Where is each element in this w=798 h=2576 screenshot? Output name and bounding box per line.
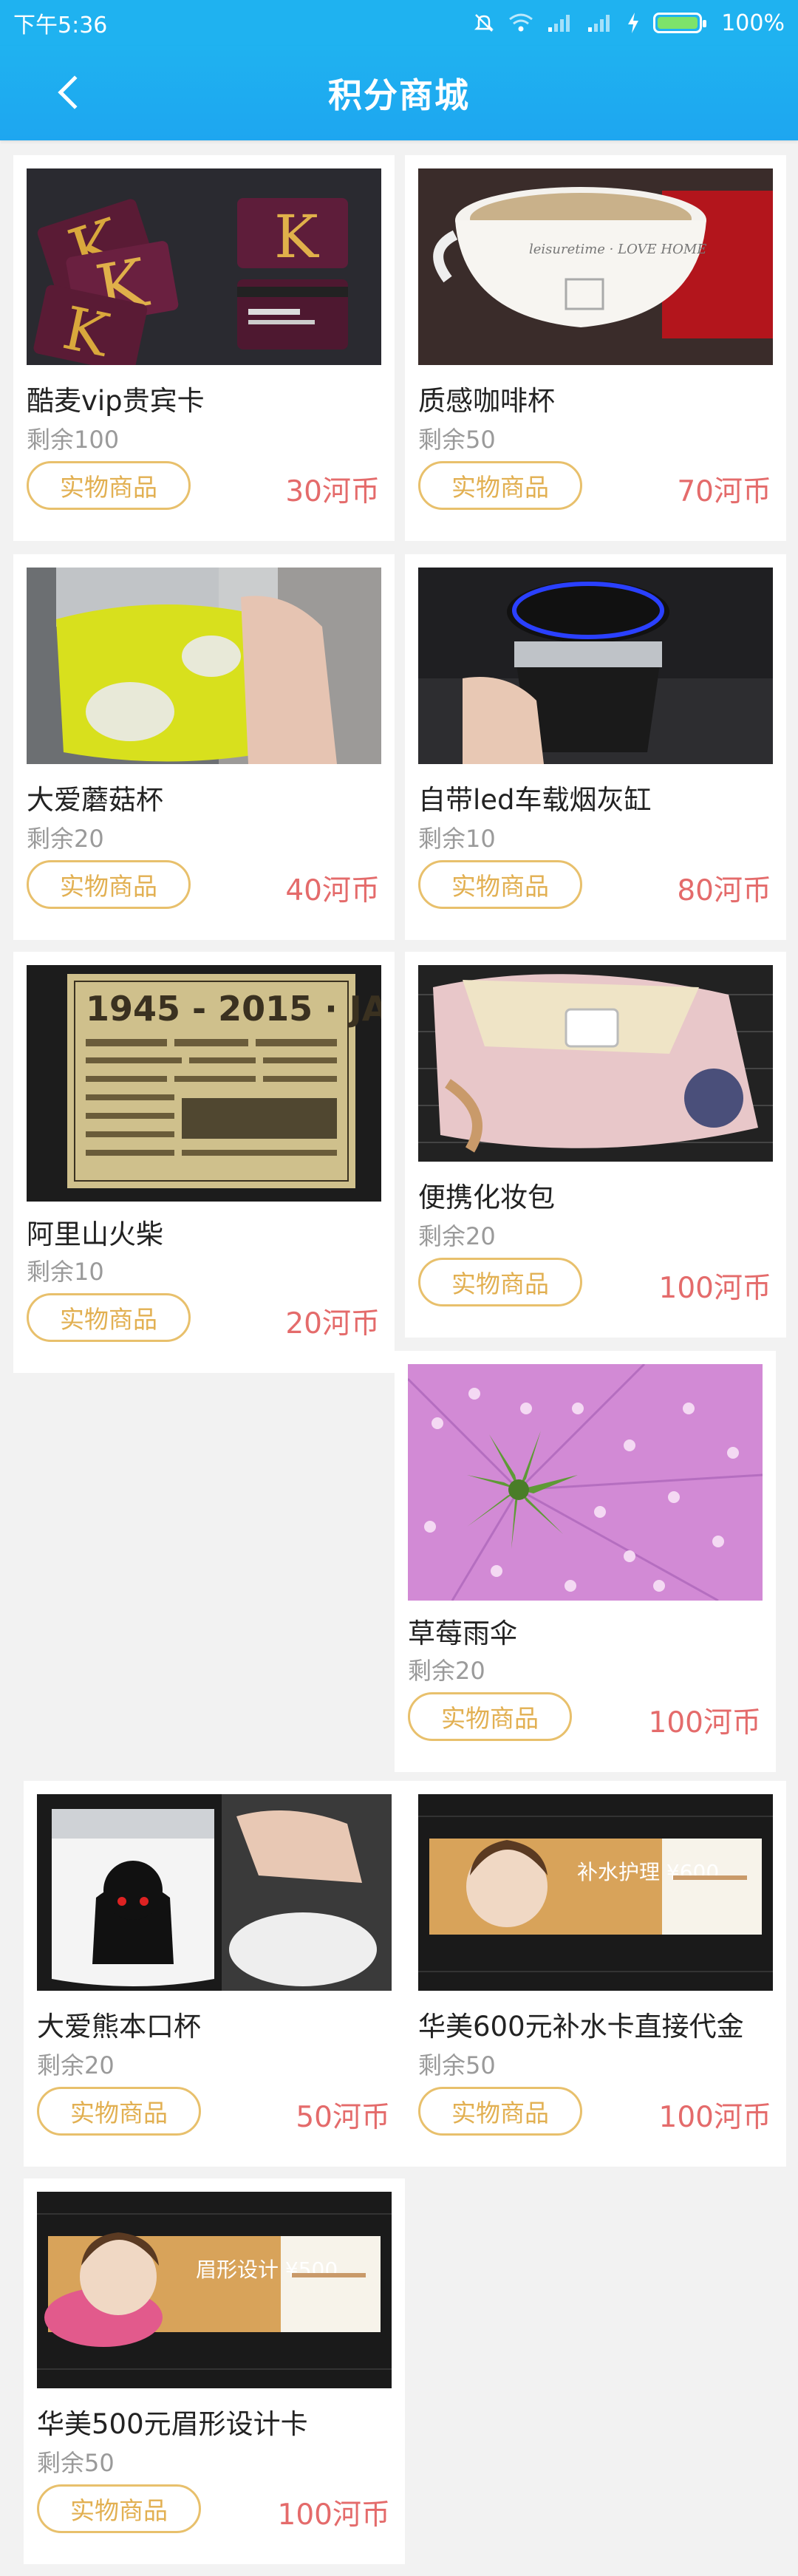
product-stock: 剩余20 (37, 2051, 115, 2079)
product-stock: 剩余50 (37, 2449, 115, 2477)
mute-icon (474, 14, 494, 32)
product-price: 50河币 (296, 2101, 390, 2134)
product-stock: 剩余10 (27, 1258, 104, 1286)
status-icons: 100% (473, 10, 785, 36)
product-price: 20河币 (285, 1307, 380, 1340)
product-name: 华美600元补水卡直接代金 (418, 2011, 744, 2042)
product-image: 补水护理 ¥600 (418, 1794, 773, 1991)
product-type-tag: 实物商品 (27, 461, 191, 510)
signal-icon-2 (588, 15, 610, 32)
product-stock: 剩余20 (408, 1657, 485, 1685)
product-type-tag: 实物商品 (27, 860, 191, 909)
product-card[interactable]: 自带led车载烟灰缸 剩余10 实物商品 80河币 (405, 554, 786, 940)
product-image (27, 568, 381, 764)
product-type-tag: 实物商品 (37, 2484, 201, 2533)
product-image: leisuretime · LOVE HOME (418, 168, 773, 365)
status-bar: 下午5:36 100% (0, 0, 798, 46)
product-card[interactable]: 草莓雨伞 剩余20 实物商品 100河币 (395, 1351, 776, 1772)
product-type-tag: 实物商品 (418, 860, 582, 909)
product-price: 40河币 (285, 874, 380, 907)
charging-icon (628, 13, 639, 33)
product-image (418, 568, 773, 764)
battery-icon (653, 13, 707, 33)
matches-poster-print: 1945 - 2015 · JAPS SUE FOR PEACE (86, 989, 381, 1029)
product-price: 70河币 (677, 475, 771, 508)
product-name: 自带led车载烟灰缸 (418, 784, 652, 816)
product-card[interactable]: 大爱蘑菇杯 剩余20 实物商品 40河币 (13, 554, 395, 940)
product-price: 100河币 (658, 1272, 771, 1305)
signal-icon (548, 15, 570, 32)
product-type-tag: 实物商品 (27, 1293, 191, 1342)
back-button[interactable] (44, 67, 96, 118)
product-price: 100河币 (658, 2101, 771, 2134)
product-name: 阿里山火柴 (27, 1219, 163, 1250)
product-image (37, 1794, 392, 1991)
product-card[interactable]: 补水护理 ¥600 华美600元补水卡直接代金 剩余50 实物商品 100河币 (405, 1781, 786, 2167)
product-card[interactable]: 便携化妆包 剩余20 实物商品 100河币 (405, 952, 786, 1338)
product-card[interactable]: K K K K 酷麦vip贵宾卡 剩余100 实物商品 30河币 (13, 155, 395, 541)
product-price: 80河币 (677, 874, 771, 907)
status-time: 下午5:36 (13, 13, 108, 38)
voucher-600-print: 补水护理 ¥600 (577, 1860, 719, 1884)
product-name: 华美500元眉形设计卡 (37, 2408, 308, 2440)
product-type-tag: 实物商品 (418, 2087, 582, 2136)
product-stock: 剩余20 (27, 825, 104, 853)
svg-text:K: K (274, 202, 319, 271)
product-price: 100河币 (277, 2498, 390, 2532)
cup-print: leisuretime · LOVE HOME (529, 242, 706, 257)
battery-percent: 100% (721, 10, 785, 36)
product-type-tag: 实物商品 (408, 1692, 572, 1741)
product-image: 眉形设计 ¥500 (37, 2192, 392, 2388)
product-stock: 剩余50 (418, 2051, 496, 2079)
product-image: 1945 - 2015 · JAPS SUE FOR PEACE (27, 965, 381, 1202)
product-image (418, 965, 773, 1162)
product-type-tag: 实物商品 (418, 1258, 582, 1306)
product-image: K K K K (27, 168, 381, 365)
nav-bar: 积分商城 (0, 46, 798, 140)
product-stock: 剩余20 (418, 1222, 496, 1250)
product-card[interactable]: 大爱熊本口杯 剩余20 实物商品 50河币 (24, 1781, 405, 2167)
product-price: 30河币 (285, 475, 380, 508)
voucher-500-print: 眉形设计 ¥500 (196, 2258, 338, 2282)
product-card[interactable]: 1945 - 2015 · JAPS SUE FOR PEACE 阿里山火柴 剩… (13, 952, 395, 1373)
product-price: 100河币 (648, 1706, 761, 1740)
product-name: 草莓雨伞 (408, 1618, 517, 1649)
page-title: 积分商城 (328, 75, 470, 115)
product-stock: 剩余100 (27, 426, 120, 454)
product-card[interactable]: leisuretime · LOVE HOME 质感咖啡杯 剩余50 实物商品 … (405, 155, 786, 541)
product-name: 酷麦vip贵宾卡 (27, 385, 205, 417)
wifi-icon (509, 13, 533, 32)
product-name: 大爱蘑菇杯 (27, 784, 163, 816)
product-stock: 剩余50 (418, 426, 496, 454)
product-name: 大爱熊本口杯 (37, 2011, 201, 2042)
product-stock: 剩余10 (418, 825, 496, 853)
product-name: 便携化妆包 (418, 1182, 555, 1213)
product-type-tag: 实物商品 (37, 2087, 201, 2136)
product-name: 质感咖啡杯 (418, 385, 555, 417)
product-card[interactable]: 眉形设计 ¥500 华美500元眉形设计卡 剩余50 实物商品 100河币 (24, 2178, 405, 2564)
product-type-tag: 实物商品 (418, 461, 582, 510)
chevron-left-icon (58, 75, 92, 109)
product-image (408, 1364, 763, 1601)
